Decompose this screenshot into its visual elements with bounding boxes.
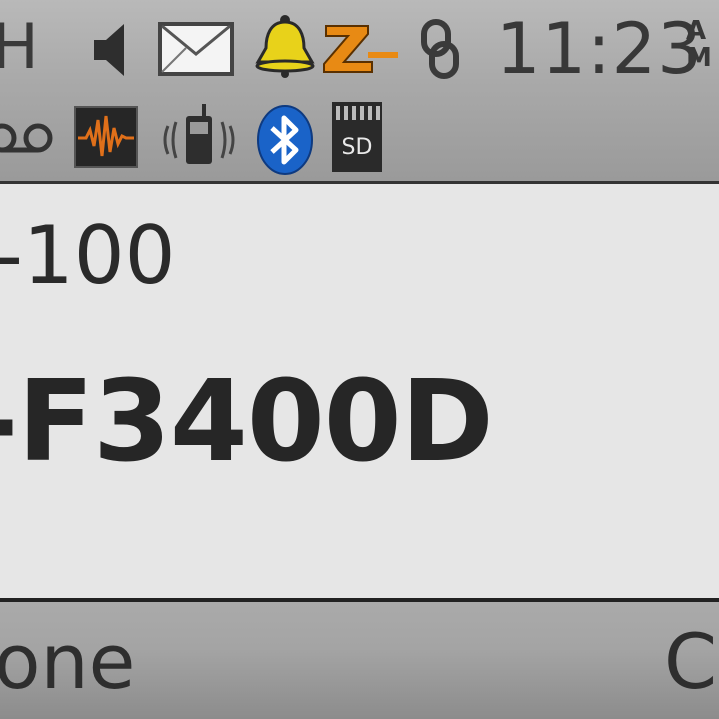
- z-app-icon: [323, 25, 398, 73]
- am-pm: A M: [686, 16, 712, 73]
- softkey-bar: one C: [0, 598, 719, 719]
- main-content: -100 -F3400D: [0, 184, 719, 598]
- clock-time: 11:23: [496, 8, 703, 90]
- mail-icon: [158, 22, 234, 76]
- status-bar: H 11:23 A M SD: [0, 0, 719, 184]
- svg-text:SD: SD: [342, 135, 373, 160]
- speaker-icon: [94, 24, 124, 76]
- bluetooth-icon: [257, 105, 313, 175]
- link-icon: [421, 19, 459, 79]
- voicemail-icon: [0, 123, 53, 153]
- content-line-1: -100: [0, 209, 176, 302]
- content-line-2: -F3400D: [0, 357, 494, 487]
- vibrate-phone-icon: [163, 104, 235, 164]
- left-softkey[interactable]: one: [0, 624, 135, 700]
- carrier-text: H: [0, 10, 39, 83]
- right-softkey[interactable]: C: [664, 624, 717, 700]
- waveform-icon: [74, 106, 138, 168]
- bell-icon: [255, 15, 315, 78]
- sd-card-icon: SD: [332, 102, 382, 172]
